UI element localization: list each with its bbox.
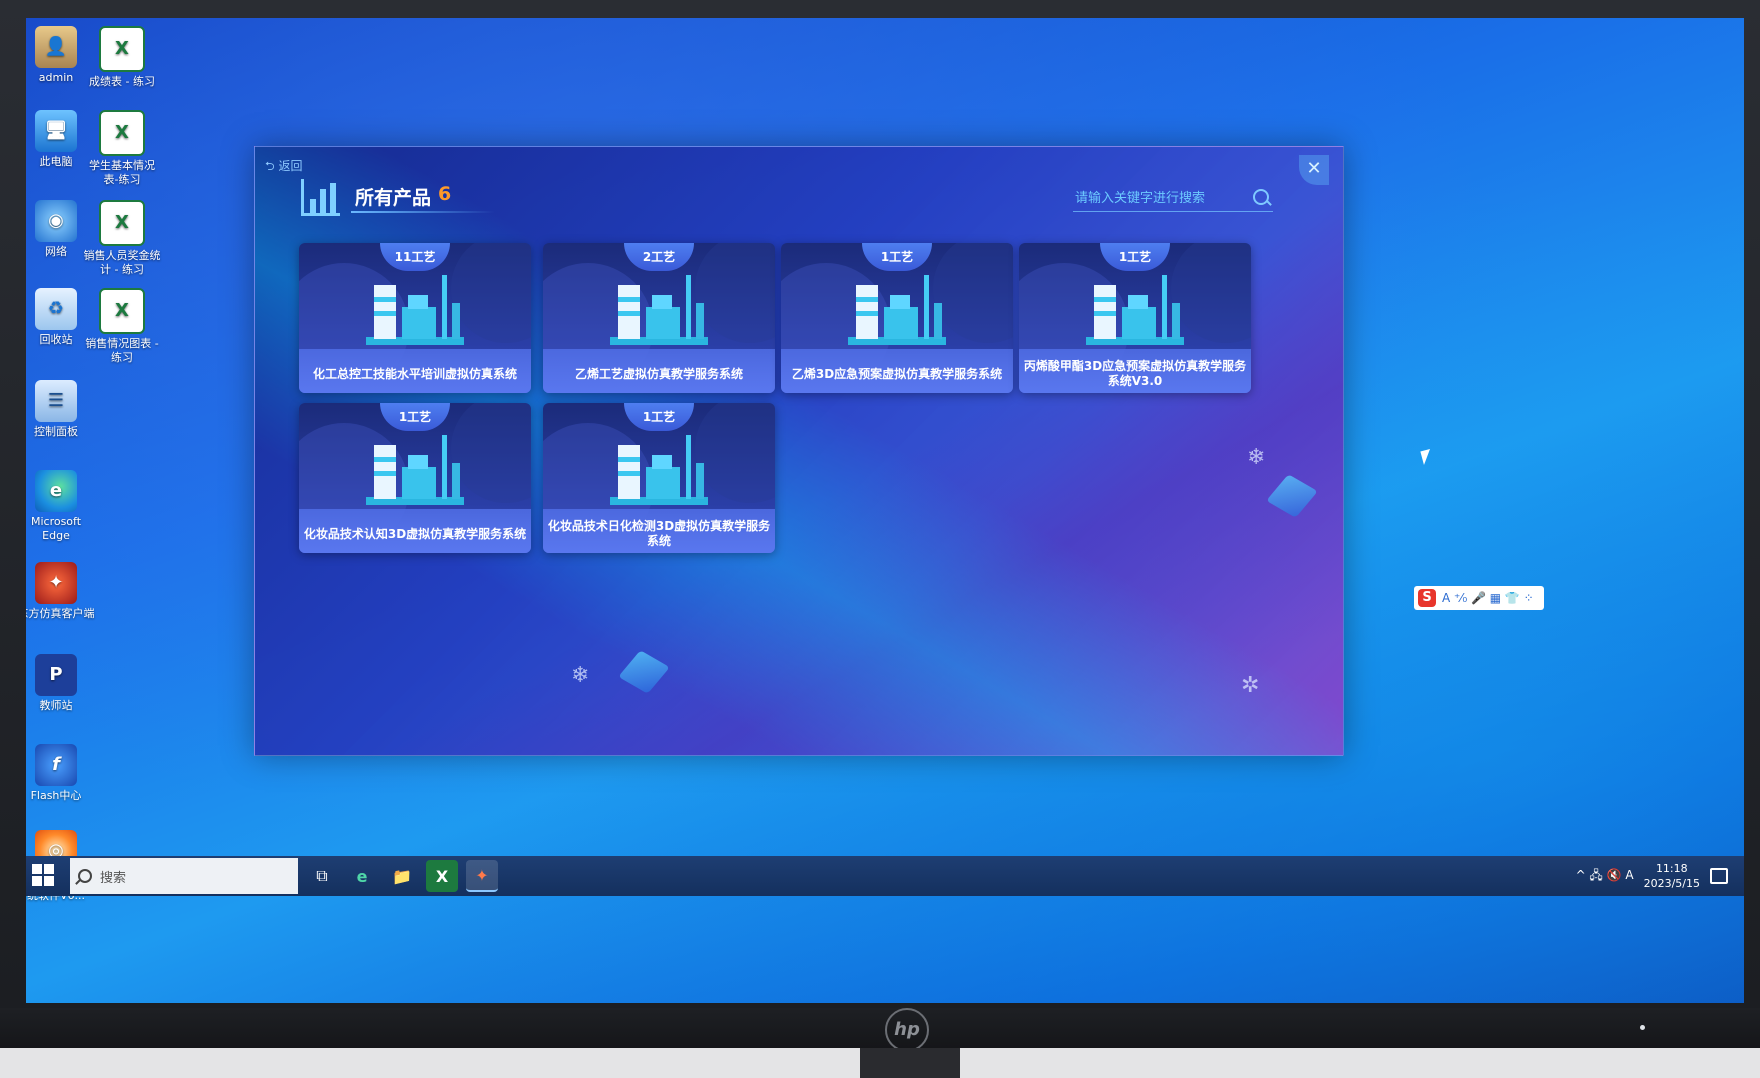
taskbar-search-placeholder: 搜索 [100,870,127,886]
control-panel-icon: ☰ [35,380,77,422]
clock[interactable]: 11:18 2023/5/15 [1644,861,1700,891]
product-name: 乙烯工艺虚拟仿真教学服务系统 [543,349,775,393]
desktop-icon-label: 销售情况图表 - 练习 [85,337,159,364]
desktop-icon-label: 东方仿真客户端 [26,607,95,620]
excel-file-icon: X [99,110,145,156]
desktop-icon-student-info[interactable]: X 学生基本情况表-练习 [82,110,162,187]
simulation-client-icon: ✦ [475,865,489,885]
desktop-icon-sales-bonus[interactable]: X 销售人员奖金统计 - 练习 [82,200,162,277]
factory-illustration-icon [610,435,708,505]
desktop-icon-flash-center[interactable]: f Flash中心 [26,744,96,803]
product-name: 乙烯3D应急预案虚拟仿真教学服务系统 [781,349,1013,393]
desktop-icon-simulation-client[interactable]: ✦ 东方仿真客户端 [26,562,96,621]
page-title: 所有产品 [355,187,432,209]
desktop-icon-label: 销售人员奖金统计 - 练习 [83,249,161,276]
product-name: 化妆品技术认知3D虚拟仿真教学服务系统 [299,509,531,553]
system-tray: ^ 🖧 🔇 A 11:18 2023/5/15 [1576,856,1728,896]
power-indicator [1640,1025,1645,1030]
desktop-icon-score-sheet[interactable]: X 成绩表 - 练习 [82,26,162,89]
product-count: 6 [438,183,452,205]
windows-logo-icon [32,864,42,874]
desktop-icon-control-panel[interactable]: ☰ 控制面板 [26,380,96,439]
computer-icon: 🖥 [35,110,77,152]
snowflake-decoration-icon: ✲ [1241,673,1260,698]
search-box [1073,187,1273,212]
back-arrow-icon: ⮌ [265,159,275,173]
excel-icon: X [435,866,449,886]
clock-time: 11:18 [1655,862,1688,875]
product-name: 丙烯酸甲酯3D应急预案虚拟仿真教学服务系统V3.0 [1019,349,1251,393]
desktop-icon-label: 控制面板 [34,425,78,438]
start-button[interactable] [32,864,56,888]
product-name: 化工总控工技能水平培训虚拟仿真系统 [299,349,531,393]
tray-icons[interactable]: ^ 🖧 🔇 A [1576,866,1634,887]
factory-illustration-icon [1086,275,1184,345]
desktop-icon-edge[interactable]: e Microsoft Edge [26,470,96,543]
recycle-bin-icon: ♻ [35,288,77,330]
close-icon: ✕ [1306,158,1322,179]
factory-illustration-icon [366,275,464,345]
snowflake-decoration-icon: ❄ [1247,445,1266,470]
taskbar-search-box[interactable]: 搜索 [70,858,298,894]
flash-icon: f [35,744,77,786]
search-icon[interactable] [1253,189,1269,205]
simulation-client-taskbar-button[interactable]: ✦ [466,860,498,892]
product-name: 化妆品技术日化检测3D虚拟仿真教学服务系统 [543,509,775,553]
desktop-icon-label: 成绩表 - 练习 [89,75,155,88]
sogou-logo-icon: S [1418,589,1436,607]
edge-browser-icon: e [35,470,77,512]
factory-illustration-icon [848,275,946,345]
clock-date: 2023/5/15 [1643,877,1700,890]
task-view-button[interactable]: ⧉ [306,860,338,892]
hp-logo-icon: hp [885,1008,929,1052]
back-button[interactable]: ⮌ 返回 [265,157,302,178]
desktop-icon-label: Microsoft Edge [30,515,82,542]
factory-illustration-icon [610,275,708,345]
user-folder-icon: 👤 [35,26,77,68]
cube-decoration-icon [618,650,670,694]
desktop-icon-label: 教师站 [39,699,73,712]
task-view-icon: ⧉ [316,866,328,885]
edge-icon: e [356,866,368,886]
monitor-stand [860,1048,960,1078]
snowflake-decoration-icon: ❄ [571,663,590,688]
desktop-icon-teacher-station[interactable]: P 教师站 [26,654,96,713]
excel-file-icon: X [99,288,145,334]
taskbar: 搜索 ⧉ e 📁 X ✦ ^ 🖧 🔇 A 11:18 2023/5/15 [26,856,1744,896]
product-card-2[interactable]: 2工艺 乙烯工艺虚拟仿真教学服务系统 [543,243,775,393]
product-browser-window: ⮌ 返回 ✕ 所有产品 6 请输入关键字进行搜索 11工艺 化工总控工技能水平培… [254,146,1344,756]
simulation-client-icon: ✦ [35,562,77,604]
title-underline [351,211,495,213]
desktop-screen: 👤 admin X 成绩表 - 练习 🖥 此电脑 X 学生基本情况表-练习 ◉ … [26,18,1744,1003]
factory-illustration-icon [366,435,464,505]
folder-icon: 📁 [392,866,412,886]
notification-icon[interactable] [1710,868,1728,884]
desktop-icon-label: Flash中心 [30,789,82,802]
product-card-3[interactable]: 1工艺 乙烯3D应急预案虚拟仿真教学服务系统 [781,243,1013,393]
product-card-5[interactable]: 1工艺 化妆品技术认知3D虚拟仿真教学服务系统 [299,403,531,553]
search-icon [78,869,92,883]
teacher-station-icon: P [35,654,77,696]
excel-file-icon: X [99,26,145,72]
monitor-chin [0,1008,1760,1052]
desktop-icon-label: 学生基本情况表-练习 [89,159,155,186]
factory-header-icon [301,179,340,216]
excel-file-icon: X [99,200,145,246]
close-button[interactable]: ✕ [1299,155,1329,185]
search-input[interactable] [1073,187,1237,210]
cube-decoration-icon [1266,474,1318,518]
edge-taskbar-button[interactable]: e [346,860,378,892]
product-card-4[interactable]: 1工艺 丙烯酸甲酯3D应急预案虚拟仿真教学服务系统V3.0 [1019,243,1251,393]
mouse-cursor-icon [1420,448,1434,466]
desktop-icon-sales-chart[interactable]: X 销售情况图表 - 练习 [82,288,162,365]
excel-taskbar-button[interactable]: X [426,860,458,892]
product-card-6[interactable]: 1工艺 化妆品技术日化检测3D虚拟仿真教学服务系统 [543,403,775,553]
product-card-1[interactable]: 11工艺 化工总控工技能水平培训虚拟仿真系统 [299,243,531,393]
ime-toolbar[interactable]: S A ⁺⁄₀ 🎤 ▦ 👕 ⁘ [1414,586,1544,610]
network-globe-icon: ◉ [35,200,77,242]
file-explorer-taskbar-button[interactable]: 📁 [386,860,418,892]
ime-toolbar-items[interactable]: A ⁺⁄₀ 🎤 ▦ 👕 ⁘ [1442,591,1534,605]
back-label: 返回 [278,159,303,173]
